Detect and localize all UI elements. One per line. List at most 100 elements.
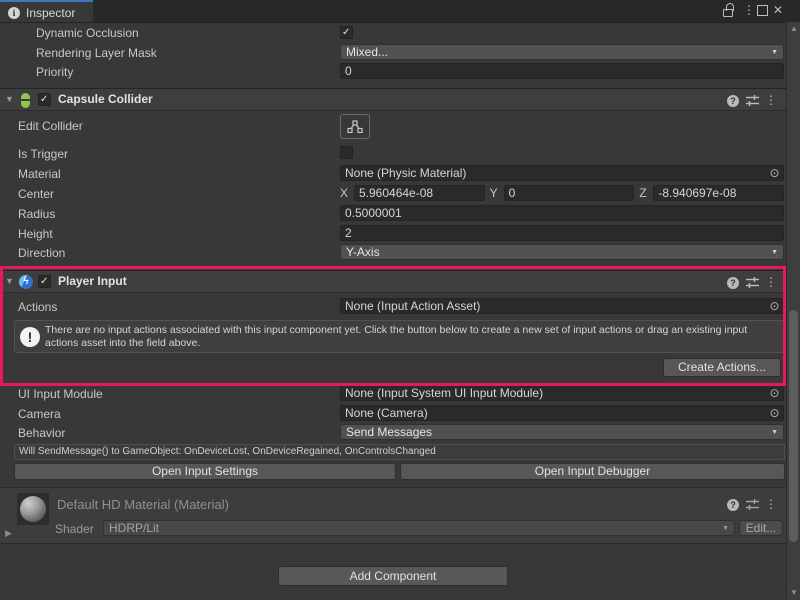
ui-input-module-value: None (Input System UI Input Module) <box>345 386 543 400</box>
is-trigger-checkbox[interactable] <box>340 146 353 159</box>
info-icon: i <box>8 7 20 19</box>
object-picker-icon[interactable]: ⊙ <box>768 407 781 420</box>
lock-body <box>723 9 733 17</box>
priority-input[interactable]: 0 <box>340 63 784 79</box>
y-axis-label: Y <box>490 185 499 201</box>
row-camera: Camera None (Camera) ⊙ <box>0 405 800 423</box>
row-behavior: Behavior Send Messages ▼ <box>0 424 800 442</box>
send-message-info-box: Will SendMessage() to GameObject: OnDevi… <box>14 444 785 460</box>
radius-input[interactable]: 0.5000001 <box>340 205 784 221</box>
ui-input-module-label: UI Input Module <box>18 387 103 401</box>
presets-icon[interactable] <box>746 277 760 291</box>
shader-value: HDRP/Lit <box>109 521 159 535</box>
row-radius: Radius 0.5000001 <box>0 205 800 223</box>
foldout-open-icon[interactable]: ▼ <box>5 276 14 287</box>
capsule-collider-title: Capsule Collider <box>58 92 153 106</box>
dynamic-occlusion-checkbox[interactable]: ✓ <box>340 26 353 39</box>
help-glyph: ? <box>727 95 739 107</box>
help-icon[interactable]: ? <box>726 275 740 289</box>
camera-object-field[interactable]: None (Camera) ⊙ <box>340 405 784 421</box>
ui-input-module-object-field[interactable]: None (Input System UI Input Module) ⊙ <box>340 385 784 401</box>
scroll-down-icon[interactable]: ▼ <box>787 587 800 599</box>
presets-icon[interactable] <box>746 95 760 109</box>
unlock-icon[interactable] <box>722 3 734 17</box>
z-axis-label: Z <box>639 185 648 201</box>
x-axis-label: X <box>340 185 349 201</box>
capsule-collider-enabled-checkbox[interactable]: ✓ <box>38 93 51 106</box>
foldout-open-icon[interactable]: ▼ <box>5 94 14 105</box>
input-actions-warning-box: ! There are no input actions associated … <box>14 320 785 353</box>
rendering-layer-mask-dropdown[interactable]: Mixed... ▼ <box>340 44 784 60</box>
scrollbar-thumb[interactable] <box>789 310 798 542</box>
open-input-debugger-button[interactable]: Open Input Debugger <box>400 463 785 480</box>
behavior-dropdown[interactable]: Send Messages ▼ <box>340 424 784 440</box>
rendering-layer-mask-value: Mixed... <box>346 45 388 59</box>
material-value: None (Physic Material) <box>345 166 466 180</box>
actions-value: None (Input Action Asset) <box>345 299 480 313</box>
object-picker-icon[interactable]: ⊙ <box>768 167 781 180</box>
radius-label: Radius <box>18 207 55 221</box>
material-label: Material <box>18 167 61 181</box>
scroll-up-icon[interactable]: ▲ <box>787 23 800 35</box>
actions-label: Actions <box>18 300 57 314</box>
row-rendering-layer-mask: Rendering Layer Mask Mixed... ▼ <box>0 44 800 62</box>
actions-object-field[interactable]: None (Input Action Asset) ⊙ <box>340 298 784 314</box>
capsule-collider-header[interactable]: ▼ ✓ Capsule Collider ? ⋮ <box>0 88 786 111</box>
warning-icon: ! <box>15 327 45 347</box>
window-menu-icon[interactable]: ⋮ <box>743 3 755 17</box>
row-ui-input-module: UI Input Module None (Input System UI In… <box>0 385 800 403</box>
more-options-icon[interactable]: ⋮ <box>764 497 778 511</box>
create-actions-button[interactable]: Create Actions... <box>663 358 781 377</box>
center-y-input[interactable]: 0 <box>504 185 635 201</box>
height-label: Height <box>18 227 53 241</box>
more-options-icon[interactable]: ⋮ <box>764 275 778 289</box>
object-picker-icon[interactable]: ⊙ <box>768 387 781 400</box>
behavior-label: Behavior <box>18 426 65 440</box>
check-icon: ✓ <box>342 26 350 39</box>
material-header[interactable]: ▶ Default HD Material (Material) ? ⋮ Sha… <box>0 487 786 544</box>
camera-value: None (Camera) <box>345 406 428 420</box>
camera-label: Camera <box>18 407 61 421</box>
row-actions: Actions None (Input Action Asset) ⊙ <box>0 298 800 316</box>
scrollbar[interactable]: ▲ ▼ <box>786 22 800 600</box>
is-trigger-label: Is Trigger <box>18 147 68 161</box>
direction-dropdown[interactable]: Y-Axis ▼ <box>340 244 784 260</box>
maximize-icon[interactable] <box>757 5 768 16</box>
player-input-icon: ϟ <box>19 275 33 289</box>
edit-collider-button[interactable] <box>340 114 370 139</box>
close-icon[interactable]: ✕ <box>773 3 783 17</box>
height-input[interactable]: 2 <box>340 225 784 241</box>
dynamic-occlusion-label: Dynamic Occlusion <box>36 26 139 40</box>
rendering-layer-mask-label: Rendering Layer Mask <box>36 46 157 60</box>
row-center: Center X 5.960464e-08 Y 0 Z -8.940697e-0… <box>0 185 800 203</box>
chevron-down-icon: ▼ <box>771 49 778 56</box>
add-component-button[interactable]: Add Component <box>278 566 508 586</box>
player-input-title: Player Input <box>58 274 127 288</box>
center-x-input[interactable]: 5.960464e-08 <box>354 185 485 201</box>
tab-inspector[interactable]: i Inspector <box>0 0 93 22</box>
direction-value: Y-Axis <box>346 245 380 259</box>
edit-collider-label: Edit Collider <box>18 119 83 133</box>
priority-label: Priority <box>36 65 73 79</box>
object-picker-icon[interactable]: ⊙ <box>768 300 781 313</box>
shader-dropdown[interactable]: HDRP/Lit ▼ <box>103 520 735 536</box>
material-object-field[interactable]: None (Physic Material) ⊙ <box>340 165 784 181</box>
foldout-closed-icon[interactable]: ▶ <box>5 528 12 539</box>
player-input-header[interactable]: ▼ ϟ ✓ Player Input ? ⋮ <box>0 270 786 293</box>
row-material: Material None (Physic Material) ⊙ <box>0 165 800 183</box>
row-is-trigger: Is Trigger <box>0 145 800 163</box>
open-input-settings-button[interactable]: Open Input Settings <box>14 463 396 480</box>
player-input-enabled-checkbox[interactable]: ✓ <box>38 275 51 288</box>
tab-bar: i Inspector ⋮ ✕ <box>0 0 800 23</box>
presets-icon[interactable] <box>746 499 760 513</box>
help-icon[interactable]: ? <box>726 497 740 511</box>
material-sphere-icon <box>20 496 46 522</box>
material-preview[interactable] <box>17 493 49 525</box>
chevron-down-icon: ▼ <box>722 525 729 532</box>
center-z-input[interactable]: -8.940697e-08 <box>653 185 784 201</box>
help-icon[interactable]: ? <box>726 93 740 107</box>
chevron-down-icon: ▼ <box>771 429 778 436</box>
more-options-icon[interactable]: ⋮ <box>764 93 778 107</box>
row-edit-collider: Edit Collider <box>0 117 800 135</box>
shader-edit-button[interactable]: Edit... <box>739 520 783 536</box>
